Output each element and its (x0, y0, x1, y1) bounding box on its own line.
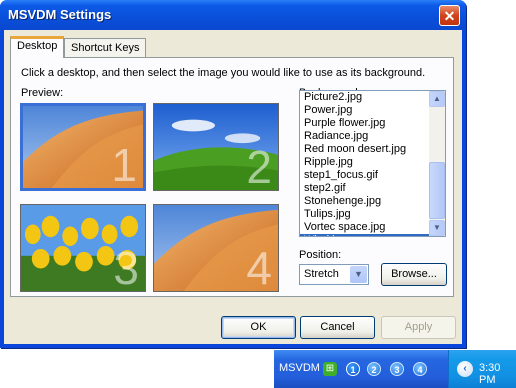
list-item[interactable]: step1_focus.gif (300, 169, 429, 182)
title-bar[interactable]: MSVDM Settings ✕ (0, 0, 466, 30)
tab-shortcut-keys[interactable]: Shortcut Keys (64, 38, 147, 58)
scroll-up-button[interactable]: ▲ (429, 91, 445, 107)
desktop-tab-panel: Click a desktop, and then select the ima… (10, 57, 454, 297)
instruction-text: Click a desktop, and then select the ima… (21, 67, 426, 79)
desktop-thumbnail-4[interactable]: 4 (153, 204, 279, 292)
thumbnail-number: 4 (246, 242, 272, 292)
desktop-button-3[interactable]: 3 (390, 362, 404, 376)
list-item[interactable]: step2.gif (300, 182, 429, 195)
chevron-down-icon[interactable]: ▼ (350, 266, 367, 283)
preview-label: Preview: (21, 87, 64, 99)
list-item[interactable]: Radiance.jpg (300, 130, 429, 143)
close-button[interactable]: ✕ (439, 5, 460, 26)
dialog-client-area: Desktop Shortcut Keys Click a desktop, a… (4, 30, 462, 344)
desktop-thumbnail-1[interactable]: 1 (20, 103, 146, 191)
list-item[interactable]: Red moon desert.jpg (300, 143, 429, 156)
list-item[interactable]: Vortec space.jpg (300, 221, 429, 234)
apply-button[interactable]: Apply (381, 316, 456, 339)
thumbnail-number: 2 (246, 141, 272, 191)
position-value: Stretch (304, 268, 339, 280)
background-scrollbar[interactable]: ▲ ▼ (429, 91, 445, 236)
chevron-left-icon[interactable]: ‹ (457, 361, 473, 377)
desktop-thumbnail-2[interactable]: 2 (153, 103, 279, 191)
thumbnail-number: 3 (113, 242, 139, 292)
desktop-button-1[interactable]: 1 (346, 362, 360, 376)
thumbnail-number: 1 (111, 139, 137, 191)
scroll-thumb[interactable] (429, 162, 445, 219)
browse-button[interactable]: Browse... (381, 263, 447, 286)
tab-desktop-label: Desktop (17, 40, 58, 52)
desktop-button-4[interactable]: 4 (413, 362, 427, 376)
close-icon: ✕ (443, 8, 456, 24)
list-item[interactable]: Power.jpg (300, 104, 429, 117)
window-title: MSVDM Settings (8, 7, 112, 22)
scroll-down-button[interactable]: ▼ (429, 220, 445, 236)
grid-icon[interactable]: ⊞ (323, 362, 337, 376)
background-list: Picture2.jpg Power.jpg Purple flower.jpg Ra… (300, 91, 429, 236)
list-item[interactable]: Picture2.jpg (300, 91, 429, 104)
list-item[interactable]: Purple flower.jpg (300, 117, 429, 130)
position-select[interactable]: Stretch ▼ (299, 264, 369, 285)
msvdm-taskbar-label: MSVDM (279, 362, 320, 374)
settings-window: MSVDM Settings ✕ Desktop Shortcut Keys C… (0, 0, 466, 348)
desktop-thumbnail-3[interactable]: 3 (20, 204, 146, 292)
ok-button[interactable]: OK (221, 316, 296, 339)
taskbar: MSVDM ⊞ 1 2 3 4 ‹ 3:30 PM (274, 350, 516, 388)
cancel-button[interactable]: Cancel (300, 316, 375, 339)
tab-desktop[interactable]: Desktop (10, 36, 65, 58)
desktop-button-2[interactable]: 2 (367, 362, 381, 376)
list-item[interactable]: Ripple.jpg (300, 156, 429, 169)
chevron-down-icon: ▼ (433, 223, 441, 232)
clock[interactable]: 3:30 PM (479, 362, 516, 386)
background-listbox[interactable]: Picture2.jpg Power.jpg Purple flower.jpg Ra… (299, 90, 446, 237)
list-item[interactable]: Wind.jpg (300, 234, 429, 236)
chevron-up-icon: ▲ (433, 94, 441, 103)
system-tray: ‹ 3:30 PM (448, 350, 516, 388)
tab-shortcut-keys-label: Shortcut Keys (71, 42, 140, 54)
list-item[interactable]: Tulips.jpg (300, 208, 429, 221)
position-label: Position: (299, 249, 342, 261)
list-item[interactable]: Stonehenge.jpg (300, 195, 429, 208)
